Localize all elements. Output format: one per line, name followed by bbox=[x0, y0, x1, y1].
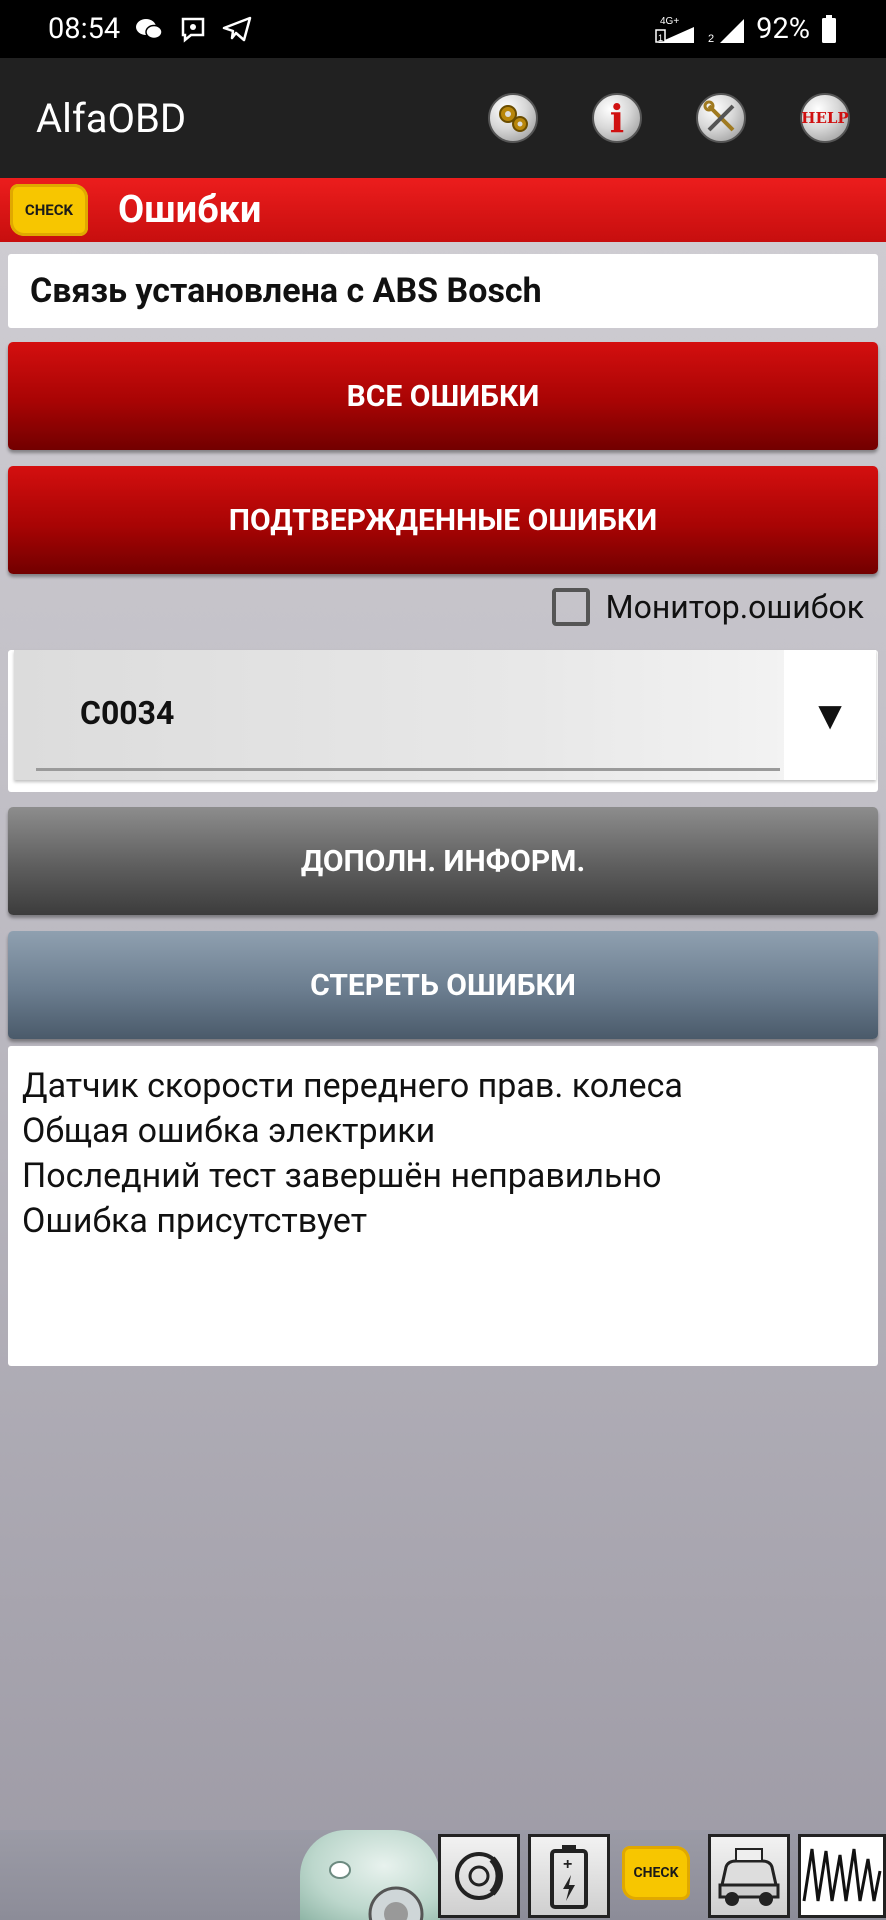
description-line: Последний тест завершён неправильно bbox=[22, 1156, 662, 1196]
car-service-icon bbox=[718, 1848, 780, 1906]
app-title: AlfaOBD bbox=[36, 94, 187, 142]
tools-icon bbox=[703, 100, 735, 132]
telegram-icon bbox=[222, 15, 252, 43]
settings-gears-button[interactable] bbox=[488, 93, 538, 143]
error-description: Датчик скорости переднего прав. колеса О… bbox=[8, 1046, 878, 1366]
viber-icon bbox=[178, 15, 208, 43]
app-bar: AlfaOBD i HELP bbox=[0, 58, 886, 178]
info-icon: i bbox=[609, 95, 625, 141]
sim1-label: 1 bbox=[658, 33, 663, 43]
monitor-checkbox[interactable] bbox=[551, 588, 590, 626]
svg-text:4G+: 4G+ bbox=[660, 16, 679, 27]
dtc-selector-underline bbox=[36, 768, 780, 771]
signal-sim2-icon: 2 bbox=[708, 15, 746, 44]
check-engine-icon: CHECK bbox=[10, 184, 88, 236]
connection-status: Связь установлена с ABS Bosch bbox=[8, 254, 878, 328]
tools-button[interactable] bbox=[696, 93, 746, 143]
car-service-button[interactable] bbox=[708, 1834, 790, 1918]
gears-icon bbox=[499, 105, 528, 132]
wechat-icon bbox=[134, 15, 164, 43]
network-4g-icon: 4G+ 1 bbox=[654, 15, 698, 43]
error-monitor-toggle[interactable]: Монитор.ошибок bbox=[551, 588, 864, 626]
svg-text:+: + bbox=[563, 1856, 572, 1873]
brake-disc-button[interactable] bbox=[438, 1834, 520, 1918]
help-icon: HELP bbox=[801, 109, 849, 127]
battery-status-icon bbox=[820, 15, 838, 43]
dropdown-arrow-icon[interactable]: ▼ bbox=[784, 650, 876, 780]
app-actions: i HELP bbox=[488, 93, 850, 143]
car-thumb-icon[interactable] bbox=[300, 1830, 440, 1920]
description-line: Ошибка присутствует bbox=[22, 1201, 368, 1241]
section-title: Ошибки bbox=[118, 188, 262, 232]
confirmed-errors-button[interactable]: ПОДТВЕРЖДЕННЫЕ ОШИБКИ bbox=[8, 466, 878, 574]
oscillogram-icon bbox=[802, 1848, 882, 1902]
sim2-label: 2 bbox=[708, 33, 714, 44]
bottom-nav-bar: + CHECK bbox=[0, 1830, 886, 1920]
battery-percent: 92% bbox=[756, 12, 810, 46]
oscillogram-button[interactable] bbox=[798, 1834, 886, 1918]
info-button[interactable]: i bbox=[592, 93, 642, 143]
status-bar: 08:54 4G+ 1 2 92% bbox=[0, 0, 886, 58]
dtc-selector-container: C0034 ▼ bbox=[8, 650, 878, 792]
check-engine-nav-icon[interactable]: CHECK bbox=[622, 1846, 690, 1900]
battery-icon: + bbox=[550, 1845, 588, 1909]
dtc-selector[interactable]: C0034 ▼ bbox=[14, 650, 876, 780]
battery-button[interactable]: + bbox=[528, 1834, 610, 1918]
clear-errors-button[interactable]: СТЕРЕТЬ ОШИБКИ bbox=[8, 931, 878, 1039]
all-errors-button[interactable]: ВСЕ ОШИБКИ bbox=[8, 342, 878, 450]
description-line: Общая ошибка электрики bbox=[22, 1111, 436, 1151]
section-header: CHECK Ошибки bbox=[0, 178, 886, 242]
more-info-button[interactable]: ДОПОЛН. ИНФОРМ. bbox=[8, 807, 878, 915]
dtc-selected-value: C0034 bbox=[80, 694, 175, 732]
help-button[interactable]: HELP bbox=[800, 93, 850, 143]
status-time: 08:54 bbox=[48, 12, 121, 46]
brake-disc-icon bbox=[455, 1852, 503, 1900]
monitor-label: Монитор.ошибок bbox=[605, 588, 864, 626]
description-line: Датчик скорости переднего прав. колеса bbox=[22, 1066, 683, 1106]
